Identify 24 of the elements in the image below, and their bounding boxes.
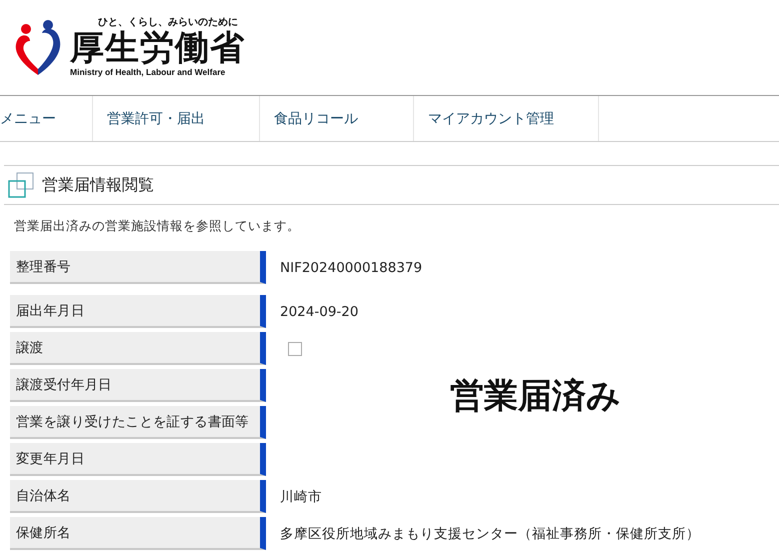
logo-name: 厚生労働省 — [70, 29, 245, 67]
squares-icon — [8, 172, 34, 198]
field-label: 変更年月日 — [10, 443, 266, 476]
field-label: 保健所名 — [10, 517, 266, 550]
field-label: 譲渡受付年月日 — [10, 369, 266, 402]
logo-tagline: ひと、くらし、みらいのために — [98, 17, 238, 29]
field-label: 譲渡 — [10, 332, 266, 365]
field-label: 営業を譲り受けたことを証する書面等 — [10, 406, 266, 439]
nav-link[interactable]: マイアカウント管理 — [414, 96, 599, 141]
field-value: 川崎市 — [280, 488, 322, 506]
field-value: NIF20240000188379 — [280, 260, 422, 276]
field-label: 届出年月日 — [10, 295, 266, 328]
page-title: 営業届情報閲覧 — [42, 174, 154, 196]
logo-english-name: Ministry of Health, Labour and Welfare — [70, 67, 226, 78]
status-label: 営業届済み — [450, 375, 621, 418]
field-label: 自治体名 — [10, 480, 266, 513]
field-value: 2024-09-20 — [280, 304, 358, 320]
nav-link[interactable]: 食品リコール — [260, 96, 414, 141]
field-value: 多摩区役所地域みまもり支援センター（福祉事務所・保健所支所） — [280, 524, 700, 542]
page-description: 営業届出済みの営業施設情報を参照しています。 — [14, 218, 301, 235]
nav-link[interactable]: 営業許可・届出 — [93, 96, 260, 141]
checkbox[interactable] — [288, 342, 302, 356]
nav-link[interactable]: メニュー — [0, 96, 93, 141]
field-label: 整理番号 — [10, 251, 266, 284]
